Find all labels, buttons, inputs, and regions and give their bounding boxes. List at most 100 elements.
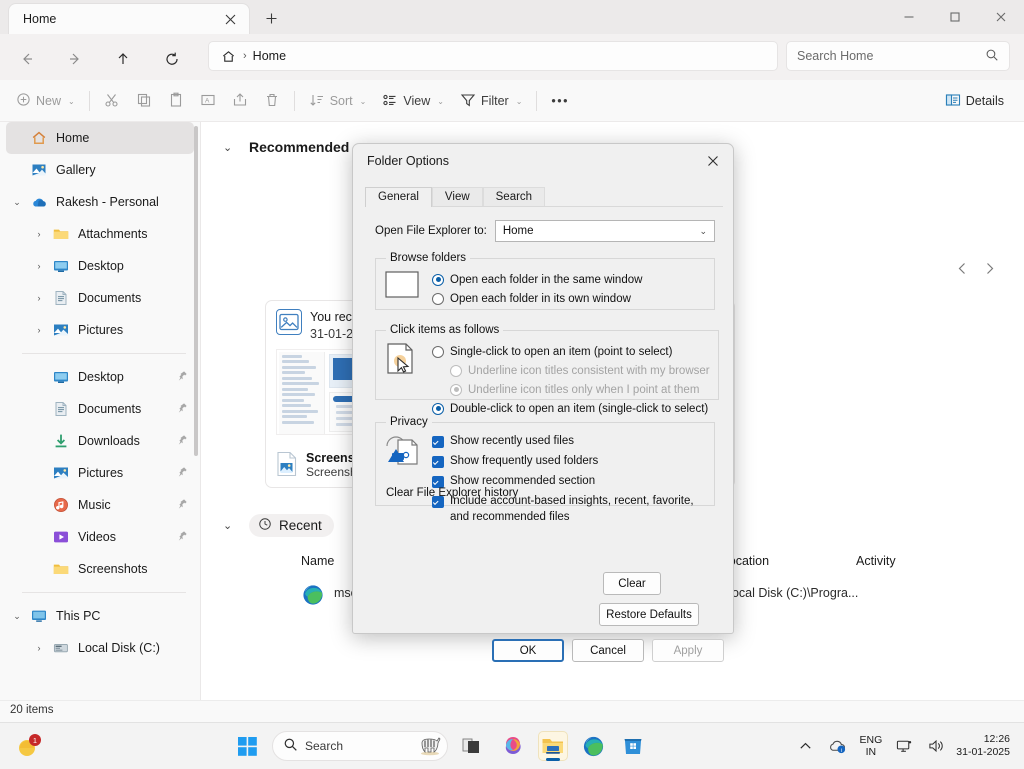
paste-button[interactable]	[160, 86, 192, 116]
privacy-checkbox-row[interactable]: Show frequently used folders	[432, 454, 706, 474]
copilot-icon[interactable]	[498, 731, 528, 761]
taskbar-search-box[interactable]: Search	[272, 731, 448, 761]
dialog-tab-view[interactable]: View	[432, 187, 483, 207]
home-icon[interactable]	[217, 45, 239, 67]
column-header-name[interactable]: Name	[301, 554, 334, 568]
navigation-pane[interactable]: HomeGallery⌄Rakesh - Personal›Attachment…	[0, 122, 200, 700]
chevron-right-icon[interactable]: ›	[28, 261, 50, 271]
dialog-tab-general[interactable]: General	[365, 187, 432, 207]
onedrive-sync-icon[interactable]: i	[826, 731, 850, 761]
chevron-down-icon[interactable]: ⌄	[6, 197, 28, 208]
plus-icon[interactable]	[258, 6, 284, 30]
chevron-right-icon[interactable]: ›	[28, 325, 50, 335]
sidebar-item-desktop[interactable]: ›Desktop	[6, 250, 194, 282]
chevron-right-icon[interactable]: ›	[28, 229, 50, 239]
address-bar[interactable]: › Home	[208, 41, 778, 71]
search-icon[interactable]	[985, 48, 999, 65]
radio-button[interactable]	[432, 293, 444, 305]
view-button[interactable]: View ⌄	[374, 86, 452, 116]
checkbox[interactable]	[432, 436, 444, 448]
rename-button[interactable]: A	[192, 86, 224, 116]
sidebar-item-downloads[interactable]: Downloads	[6, 425, 194, 457]
pin-icon[interactable]	[176, 370, 188, 385]
radio-button[interactable]	[432, 346, 444, 358]
sidebar-item-documents[interactable]: ›Documents	[6, 282, 194, 314]
chevron-up-icon[interactable]	[794, 731, 818, 761]
privacy-checkbox-row[interactable]: Show recently used files	[432, 434, 706, 454]
edge-icon[interactable]	[578, 731, 608, 761]
task-view-icon[interactable]	[458, 731, 488, 761]
more-options-button[interactable]: •••	[543, 86, 577, 116]
sidebar-item-music[interactable]: Music	[6, 489, 194, 521]
sort-button[interactable]: Sort ⌄	[301, 86, 375, 116]
recent-pill[interactable]: Recent	[249, 514, 334, 537]
sidebar-item-rakesh-personal[interactable]: ⌄Rakesh - Personal	[6, 186, 194, 218]
up-button[interactable]	[106, 44, 140, 74]
minimize-icon[interactable]	[886, 0, 932, 34]
file-explorer-icon[interactable]	[538, 731, 568, 761]
radio-option[interactable]: Open each folder in the same window	[432, 270, 706, 289]
cut-button[interactable]	[96, 86, 128, 116]
sidebar-item-pictures[interactable]: Pictures	[6, 457, 194, 489]
sidebar-item-attachments[interactable]: ›Attachments	[6, 218, 194, 250]
pin-icon[interactable]	[176, 498, 188, 513]
weather-widget-icon[interactable]: 1	[14, 731, 44, 761]
close-icon[interactable]	[217, 7, 243, 31]
sidebar-item-documents[interactable]: Documents	[6, 393, 194, 425]
sidebar-item-videos[interactable]: Videos	[6, 521, 194, 553]
clock[interactable]: 12:26 31-01-2025	[956, 733, 1016, 759]
ok-button[interactable]: OK	[492, 639, 564, 662]
recent-section-header[interactable]: ⌄ Recent	[201, 508, 334, 542]
column-header-activity[interactable]: Activity	[856, 554, 896, 568]
sidebar-item-desktop[interactable]: Desktop	[6, 361, 194, 393]
forward-button[interactable]	[58, 44, 92, 74]
explorer-tab-home[interactable]: Home	[8, 3, 250, 34]
back-button[interactable]	[10, 44, 44, 74]
sidebar-scrollbar[interactable]	[194, 126, 198, 456]
restore-defaults-button[interactable]: Restore Defaults	[599, 603, 699, 626]
sidebar-item-home[interactable]: Home	[6, 122, 194, 154]
pin-icon[interactable]	[176, 402, 188, 417]
language-indicator[interactable]: ENG IN	[858, 734, 885, 759]
sidebar-item-gallery[interactable]: Gallery	[6, 154, 194, 186]
chevron-right-icon[interactable]: ›	[28, 293, 50, 303]
chevron-right-icon[interactable]: ›	[28, 643, 50, 653]
cancel-button[interactable]: Cancel	[572, 639, 644, 662]
chevron-down-icon[interactable]: ⌄	[223, 519, 249, 532]
copy-button[interactable]	[128, 86, 160, 116]
maximize-icon[interactable]	[932, 0, 978, 34]
new-button[interactable]: New ⌄	[8, 86, 83, 116]
clear-button[interactable]: Clear	[603, 572, 661, 595]
radio-button[interactable]	[432, 403, 444, 415]
open-explorer-select[interactable]: Home ⌄	[495, 220, 715, 242]
details-pane-button[interactable]: Details	[937, 86, 1012, 116]
search-input[interactable]: Search Home	[786, 41, 1010, 71]
checkbox[interactable]	[432, 456, 444, 468]
pin-icon[interactable]	[176, 434, 188, 449]
sidebar-item-this-pc[interactable]: ⌄This PC	[6, 600, 194, 632]
radio-option[interactable]: Single-click to open an item (point to s…	[432, 342, 710, 361]
sidebar-item-screenshots[interactable]: Screenshots	[6, 553, 194, 585]
radio-option[interactable]: Open each folder in its own window	[432, 289, 706, 308]
pin-icon[interactable]	[176, 466, 188, 481]
sidebar-item-pictures[interactable]: ›Pictures	[6, 314, 194, 346]
radio-button[interactable]	[432, 274, 444, 286]
chevron-down-icon[interactable]: ⌄	[223, 141, 249, 154]
network-icon[interactable]	[892, 731, 916, 761]
filter-button[interactable]: Filter ⌄	[452, 86, 530, 116]
share-button[interactable]	[224, 86, 256, 116]
delete-button[interactable]	[256, 86, 288, 116]
close-icon[interactable]	[697, 148, 729, 174]
speaker-icon[interactable]	[924, 731, 948, 761]
chevron-right-icon[interactable]	[983, 262, 996, 278]
refresh-button[interactable]	[155, 44, 189, 74]
close-icon[interactable]	[978, 0, 1024, 34]
dialog-tab-search[interactable]: Search	[483, 187, 545, 207]
chevron-left-icon[interactable]	[956, 262, 969, 278]
pin-icon[interactable]	[176, 530, 188, 545]
radio-button	[450, 365, 462, 377]
windows-start-icon[interactable]	[232, 731, 262, 761]
sidebar-item-local-disk-c[interactable]: ›Local Disk (C:)	[6, 632, 194, 664]
chevron-down-icon[interactable]: ⌄	[6, 611, 28, 622]
microsoft-store-icon[interactable]	[618, 731, 648, 761]
